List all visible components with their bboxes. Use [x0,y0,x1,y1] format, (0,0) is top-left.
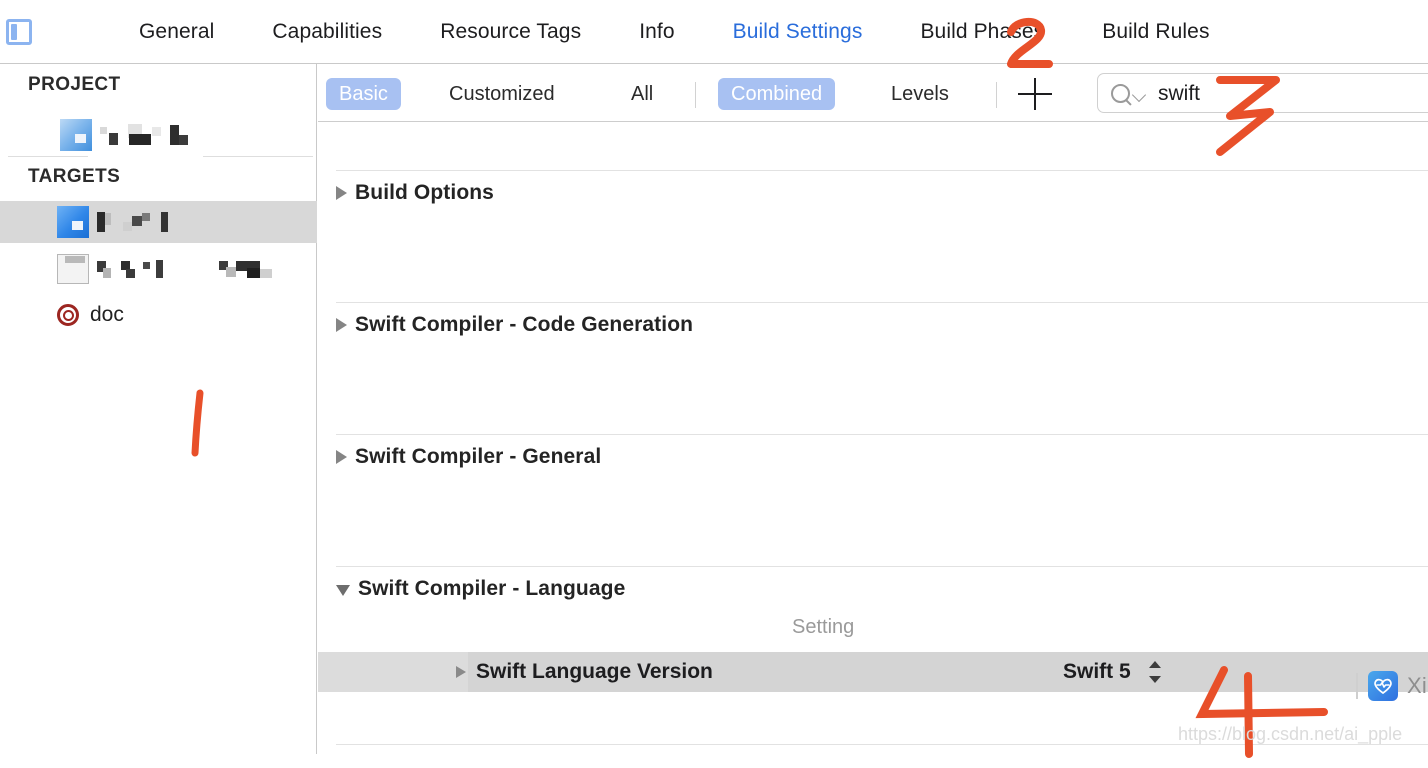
project-name-redacted [60,119,188,151]
add-setting-button[interactable] [1018,78,1052,110]
watermark-brand-name: XinZhiLi [1407,673,1428,699]
chevron-down-icon[interactable] [1132,88,1146,102]
sidebar-target-row[interactable] [0,248,317,290]
sidebar-project-row[interactable] [0,114,317,156]
sidebar-target-row-selected[interactable] [0,201,317,243]
watermark-url: https://blog.csdn.net/ai_pple [1178,724,1402,745]
tab-bar: General Capabilities Resource Tags Info … [0,0,1428,64]
tab-build-rules[interactable]: Build Rules [1073,20,1238,44]
section-header-swift-general[interactable]: Swift Compiler - General [336,442,601,472]
target-bullseye-icon [57,304,79,326]
segment-customized[interactable]: Customized [436,78,568,110]
segment-basic[interactable]: Basic [326,78,401,110]
section-rule [336,302,1428,303]
section-title: Swift Compiler - Code Generation [355,313,693,337]
column-header-setting: Setting [792,616,854,639]
tab-general[interactable]: General [110,20,243,44]
heart-pulse-icon [1368,671,1398,701]
section-title: Swift Compiler - Language [358,577,625,601]
segment-combined[interactable]: Combined [718,78,835,110]
section-title: Swift Compiler - General [355,445,601,469]
project-navigator-sidebar: PROJECT TARGETS [0,64,317,754]
segment-all[interactable]: All [618,78,666,110]
tab-resource-tags[interactable]: Resource Tags [411,20,610,44]
tab-info[interactable]: Info [610,20,703,44]
sidebar-section-targets: TARGETS [0,166,120,188]
section-rule [336,566,1428,567]
build-settings-pane: Basic Customized All Combined Levels swi… [318,64,1428,754]
toolbar-divider-1 [695,82,696,108]
tab-list: General Capabilities Resource Tags Info … [110,0,1239,64]
segment-levels[interactable]: Levels [878,78,962,110]
section-header-swift-language[interactable]: Swift Compiler - Language [336,574,625,604]
disclosure-triangle-collapsed-icon[interactable] [336,186,347,200]
sidebar-section-project: PROJECT [0,74,121,96]
watermark-brand: XinZhiLi [1356,669,1428,703]
tab-capabilities[interactable]: Capabilities [243,20,411,44]
sidebar-target-label-doc: doc [90,303,124,327]
app-target-icon [57,206,89,238]
xcode-project-icon [60,119,92,151]
up-down-chevron-icon[interactable] [1148,661,1162,683]
section-header-swift-code-generation[interactable]: Swift Compiler - Code Generation [336,310,693,340]
target-name-redacted [57,206,168,238]
disclosure-triangle-expanded-icon[interactable] [336,585,350,596]
section-header-build-options[interactable]: Build Options [336,178,494,208]
section-title: Build Options [355,181,494,205]
disclosure-triangle-collapsed-icon[interactable] [336,318,347,332]
disclosure-triangle-collapsed-icon[interactable] [456,666,466,678]
sidebar-target-row-doc[interactable]: doc [0,294,317,336]
section-rule [336,170,1428,171]
setting-label: Swift Language Version [476,660,713,684]
setting-row-swift-language-version[interactable]: Swift Language Version Swift 5 [318,652,1428,692]
tab-build-settings[interactable]: Build Settings [704,20,892,44]
toolbar-divider-2 [996,82,997,108]
setting-value[interactable]: Swift 5 [1063,660,1131,684]
target-name-redacted-2 [57,254,272,284]
disclosure-triangle-collapsed-icon[interactable] [336,450,347,464]
tab-build-phases[interactable]: Build Phases [891,20,1073,44]
search-field[interactable]: swift [1097,73,1428,113]
sidebar-panel-icon[interactable] [6,19,32,45]
annotation-1 [186,389,226,459]
document-target-icon [57,254,89,284]
search-icon [1111,84,1130,103]
section-rule [336,434,1428,435]
search-input-value[interactable]: swift [1158,81,1200,107]
filter-toolbar: Basic Customized All Combined Levels swi… [318,64,1428,122]
settings-list: Build Options Swift Compiler - Code Gene… [318,122,1428,754]
